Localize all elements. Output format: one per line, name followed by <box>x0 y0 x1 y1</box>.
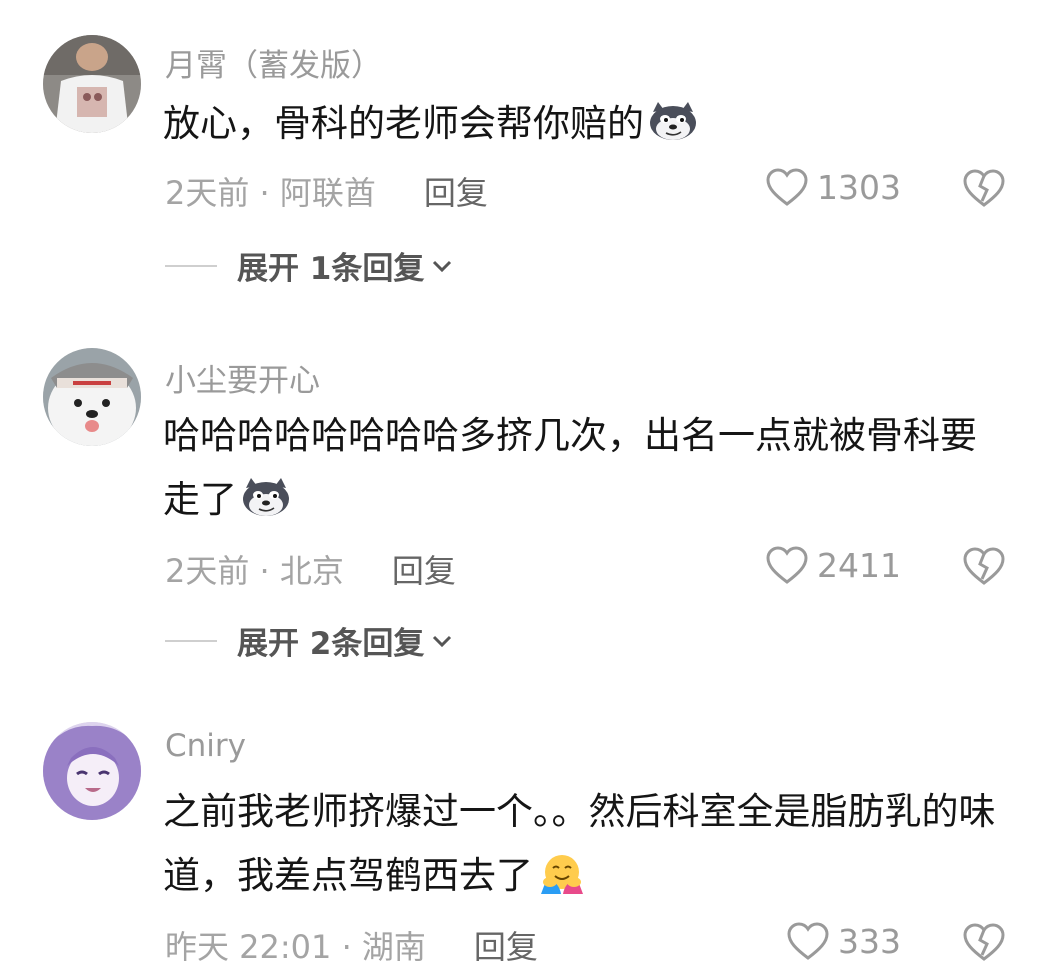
broken-heart-icon[interactable] <box>962 546 1006 586</box>
avatar[interactable] <box>43 722 141 820</box>
broken-heart-icon[interactable] <box>962 922 1006 962</box>
reply-button[interactable]: 回复 <box>424 168 488 214</box>
avatar[interactable] <box>43 35 141 133</box>
divider-line <box>165 639 217 642</box>
comment-text: 哈哈哈哈哈哈哈哈多挤几次，出名一点就被骨科要走了 <box>163 404 1003 532</box>
comment-meta: 2天前 · 北京 回复 <box>165 546 456 592</box>
comment-text: 之前我老师挤爆过一个。。然后科室全是脂肪乳的味道，我差点驾鹤西去了 <box>163 780 1003 908</box>
like-button[interactable]: 2411 <box>765 545 901 585</box>
comment-text-body: 放心，骨科的老师会帮你赔的 <box>163 102 644 145</box>
like-count: 2411 <box>817 545 901 585</box>
expand-replies-label: 展开 1条回复 <box>237 251 425 287</box>
comment-time-location: 昨天 22:01 · 湖南 <box>165 928 426 966</box>
username[interactable]: 小尘要开心 <box>165 355 320 400</box>
husky-smirk-emoji <box>650 102 696 140</box>
username[interactable]: 月霄（蓄发版） <box>165 40 382 85</box>
hug-face-emoji <box>541 855 583 894</box>
comment-time-location: 2天前 · 北京 <box>165 552 344 590</box>
like-button[interactable]: 333 <box>786 921 901 961</box>
expand-replies-label: 展开 2条回复 <box>237 626 425 662</box>
comment-meta: 2天前 · 阿联酋 回复 <box>165 168 488 214</box>
heart-outline-icon <box>766 168 808 206</box>
broken-heart-icon[interactable] <box>962 168 1006 208</box>
heart-outline-icon <box>766 546 808 584</box>
like-count: 1303 <box>817 167 901 207</box>
expand-replies-button[interactable]: 展开 1条回复 <box>165 243 454 288</box>
chevron-down-icon <box>433 260 452 272</box>
husky-smirk-emoji <box>243 478 289 516</box>
expand-replies-button[interactable]: 展开 2条回复 <box>165 618 454 663</box>
like-count: 333 <box>838 921 901 961</box>
avatar[interactable] <box>43 348 141 446</box>
like-button[interactable]: 1303 <box>765 167 901 207</box>
chevron-down-icon <box>433 635 452 647</box>
reply-button[interactable]: 回复 <box>474 922 538 968</box>
reply-button[interactable]: 回复 <box>392 546 456 592</box>
comment-text: 放心，骨科的老师会帮你赔的 <box>163 92 1003 156</box>
heart-outline-icon <box>787 922 829 960</box>
divider-line <box>165 264 217 267</box>
comment-time-location: 2天前 · 阿联酋 <box>165 174 376 212</box>
comment-meta: 昨天 22:01 · 湖南 回复 <box>165 922 538 968</box>
username[interactable]: Cniry <box>165 728 246 764</box>
